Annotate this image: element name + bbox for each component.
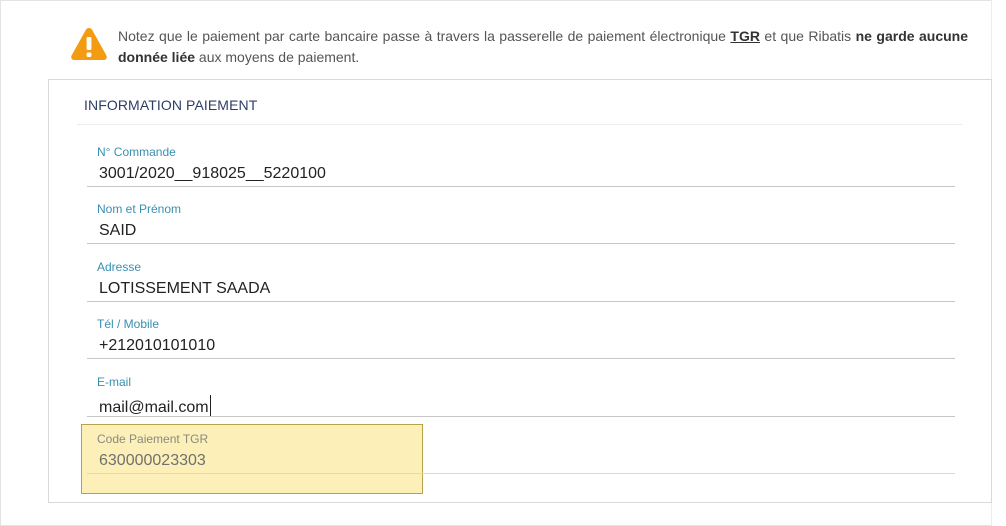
payment-page: Notez que le paiement par carte bancaire… [0, 0, 1006, 526]
card-divider [77, 124, 962, 125]
full-name-field[interactable]: Nom et Prénom SAID [87, 202, 955, 252]
notice-text: Notez que le paiement par carte bancaire… [118, 26, 968, 68]
payment-info-card: INFORMATION PAIEMENT N° Commande 3001/20… [48, 79, 992, 503]
full-name-value[interactable]: SAID [99, 222, 136, 240]
notice-text-part3: aux moyens de paiement. [195, 49, 360, 65]
address-field[interactable]: Adresse LOTISSEMENT SAADA [87, 260, 955, 310]
address-underline [87, 301, 955, 302]
phone-label: Tél / Mobile [97, 317, 160, 331]
card-title: INFORMATION PAIEMENT [84, 97, 258, 113]
tgr-payment-code-field[interactable]: Code Paiement TGR 630000023303 [87, 432, 955, 482]
email-field[interactable]: E-mail mail@mail.com [87, 375, 955, 425]
order-number-underline [87, 186, 955, 187]
tgr-payment-code-value[interactable]: 630000023303 [99, 452, 206, 470]
order-number-field[interactable]: N° Commande 3001/2020__918025__5220100 [87, 145, 955, 195]
warning-icon [71, 28, 107, 60]
text-caret [209, 395, 211, 417]
address-label: Adresse [97, 260, 142, 274]
order-number-value[interactable]: 3001/2020__918025__5220100 [99, 165, 326, 183]
notice-text-part2: et que Ribatis [759, 28, 856, 44]
phone-value[interactable]: +212010101010 [99, 337, 215, 355]
address-value[interactable]: LOTISSEMENT SAADA [99, 280, 270, 298]
tgr-payment-code-underline [87, 473, 955, 474]
email-label: E-mail [97, 375, 132, 389]
tgr-link: TGR [730, 28, 760, 44]
full-name-label: Nom et Prénom [97, 202, 182, 216]
email-value[interactable]: mail@mail.com [99, 399, 209, 416]
phone-underline [87, 358, 955, 359]
scrollbar[interactable] [991, 0, 1006, 526]
email-value-wrap[interactable]: mail@mail.com [99, 395, 211, 417]
notice-text-part1: Notez que le paiement par carte bancaire… [118, 28, 731, 44]
tgr-payment-code-label: Code Paiement TGR [97, 432, 209, 446]
full-name-underline [87, 243, 955, 244]
email-underline [87, 416, 955, 417]
order-number-label: N° Commande [97, 145, 176, 159]
phone-field[interactable]: Tél / Mobile +212010101010 [87, 317, 955, 367]
